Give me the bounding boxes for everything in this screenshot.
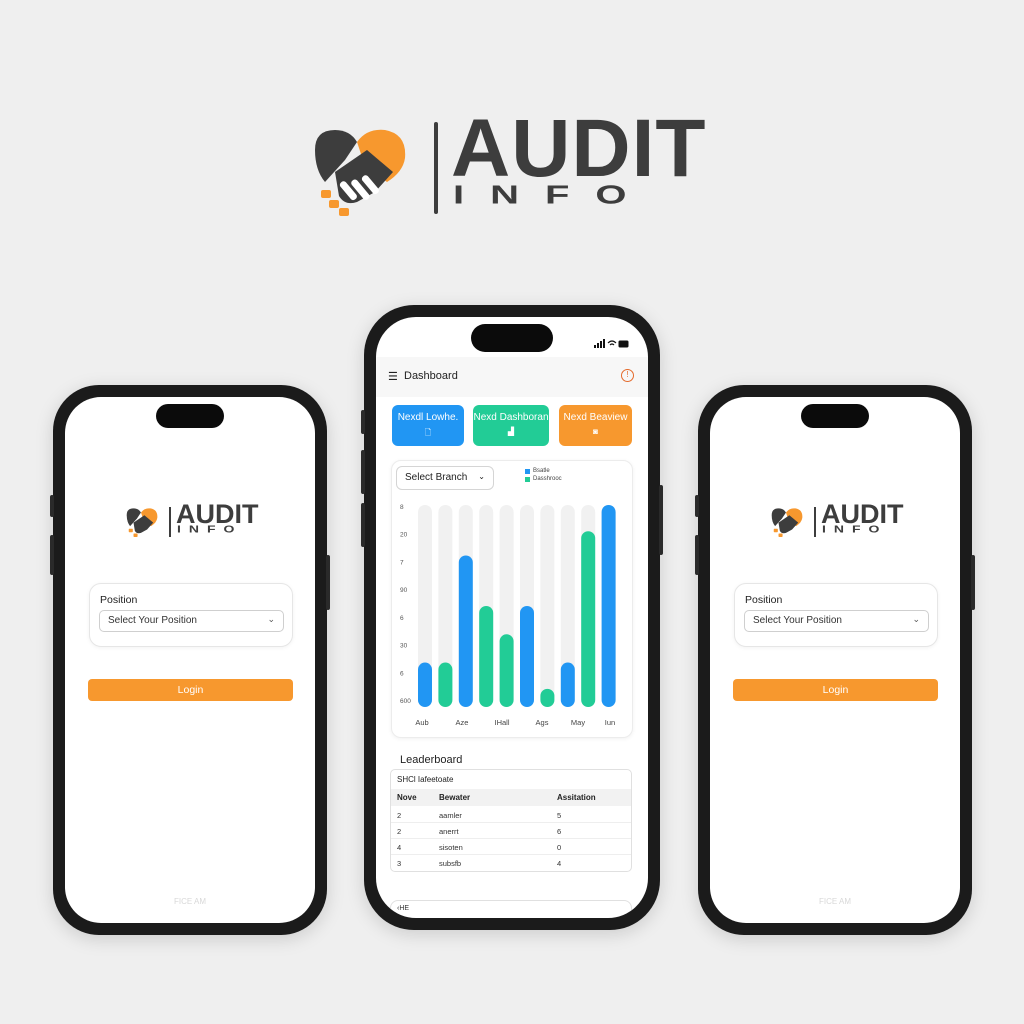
position-label: Position xyxy=(100,594,138,606)
legend-label: Dasshrooc xyxy=(533,476,562,482)
login-button[interactable]: Login xyxy=(733,679,938,701)
chevron-down-icon: ⌄ xyxy=(478,472,485,481)
y-tick-label: 8 xyxy=(400,504,404,511)
bar-chart: 8 20 7 90 6 30 6 600 Aub Aze IHall Ags May Iun xyxy=(400,504,616,727)
chart-bar[interactable] xyxy=(458,555,473,708)
y-tick-label: 20 xyxy=(400,532,408,539)
chevron-down-icon: ⌄ xyxy=(912,614,920,624)
x-tick-label: Iun xyxy=(605,718,615,727)
status-icons xyxy=(594,339,630,351)
handshake-heart-icon xyxy=(771,508,803,537)
quick-action-1[interactable]: Nexdl Lowhe. 🗋 xyxy=(392,405,464,446)
y-tick-label: 30 xyxy=(400,643,408,650)
position-card: Position Select Your Position ⌄ xyxy=(734,583,938,647)
table-row[interactable]: 3 subsfb 4 xyxy=(391,855,631,871)
y-tick-label: 90 xyxy=(400,587,408,594)
handshake-heart-icon xyxy=(315,129,406,216)
legend-swatch-blue xyxy=(525,468,530,474)
position-label: Position xyxy=(745,594,783,606)
footer-text: FICE AM xyxy=(818,897,851,906)
x-tick-label: May xyxy=(571,718,585,727)
phone-login-left: AUDIT INFO Position Select Your Position… xyxy=(50,385,330,935)
y-tick-label: 6 xyxy=(400,615,404,622)
table-row[interactable]: 2 aamler 5 xyxy=(391,807,631,823)
login-button[interactable]: Login xyxy=(88,679,293,701)
chart-card: Select Branch ⌄ Bsatle Dasshrooc 8 20 7 90 6… xyxy=(391,460,633,738)
dashboard-screen: ☰ Dashboard ! Nexdl Lowhe. 🗋 Nexd Dashbo… xyxy=(376,317,648,918)
legend-label: Bsatle xyxy=(533,468,550,474)
app-logo: AUDIT INFO xyxy=(123,501,273,541)
app-logo: AUDIT INFO xyxy=(768,501,918,541)
phone-dashboard: ☰ Dashboard ! Nexdl Lowhe. 🗋 Nexd Dashbo… xyxy=(361,305,663,930)
alert-icon[interactable]: ! xyxy=(621,369,634,382)
phone-login-right: AUDIT INFO Position Select Your Position… xyxy=(695,385,975,935)
x-tick-label: Ags xyxy=(536,718,549,727)
brand-subname: INFO xyxy=(177,523,243,535)
leaderboard-title: Leaderboard xyxy=(400,754,463,766)
x-tick-label: Aze xyxy=(456,718,469,727)
branch-select[interactable]: Select Branch ⌄ xyxy=(396,466,494,490)
chart-bar[interactable] xyxy=(601,505,616,707)
review-icon: ◙ xyxy=(593,427,598,436)
chart-bar[interactable] xyxy=(560,662,575,707)
position-select[interactable]: Select Your Position ⌄ xyxy=(744,610,929,632)
dynamic-island xyxy=(801,404,869,428)
x-tick-label: Aub xyxy=(415,718,428,727)
table-header: Nove Bewater Assitation xyxy=(391,789,631,806)
position-select[interactable]: Select Your Position ⌄ xyxy=(99,610,284,632)
leaderboard-table: SHCl Iafeetoate Nove Bewater Assitation … xyxy=(390,769,632,872)
chart-bar[interactable] xyxy=(499,634,514,707)
legend-swatch-green xyxy=(525,476,530,482)
leaderboard-subtitle: SHCl Iafeetoate xyxy=(397,775,454,784)
quick-action-2[interactable]: Nexd Dashboran ▟ xyxy=(473,405,549,446)
document-icon: 🗋 xyxy=(424,428,432,437)
brand-subname: INFO xyxy=(453,180,653,210)
dynamic-island xyxy=(471,324,553,352)
chart-bar[interactable] xyxy=(520,606,534,707)
chart-bar[interactable] xyxy=(418,662,432,707)
handshake-heart-icon xyxy=(126,508,158,537)
chart-bar[interactable] xyxy=(581,531,596,707)
hero-logo: AUDIT INFO xyxy=(305,108,725,222)
bar-track xyxy=(540,505,555,707)
chart-bar[interactable] xyxy=(479,606,494,707)
chevron-down-icon: ⌄ xyxy=(267,614,275,624)
brand-subname: INFO xyxy=(822,523,888,535)
table-row[interactable]: 4 sisoten 0 xyxy=(391,839,631,855)
logo-divider xyxy=(434,122,438,214)
y-tick-label: 6 xyxy=(400,670,404,677)
dynamic-island xyxy=(156,404,224,428)
x-tick-label: IHall xyxy=(494,718,509,727)
bottom-bar[interactable]: ‹HE xyxy=(390,900,632,918)
table-row[interactable]: 2 anerrt 6 xyxy=(391,823,631,839)
footer-text: FICE AM xyxy=(173,897,206,906)
chart-bar[interactable] xyxy=(540,688,555,707)
chart-legend: Bsatle Dasshrooc xyxy=(525,468,562,484)
page-title: Dashboard xyxy=(404,370,458,382)
chart-bar[interactable] xyxy=(438,662,453,707)
position-card: Position Select Your Position ⌄ xyxy=(89,583,293,647)
login-screen: AUDIT INFO Position Select Your Position… xyxy=(65,397,315,923)
login-screen: AUDIT INFO Position Select Your Position… xyxy=(710,397,960,923)
quick-action-3[interactable]: Nexd Beaview ◙ xyxy=(559,405,632,446)
y-tick-label: 7 xyxy=(400,559,404,566)
y-tick-label: 600 xyxy=(400,698,411,705)
chart-icon: ▟ xyxy=(507,427,515,436)
menu-icon[interactable]: ☰ xyxy=(388,370,398,383)
brand-name: AUDIT xyxy=(451,103,707,194)
